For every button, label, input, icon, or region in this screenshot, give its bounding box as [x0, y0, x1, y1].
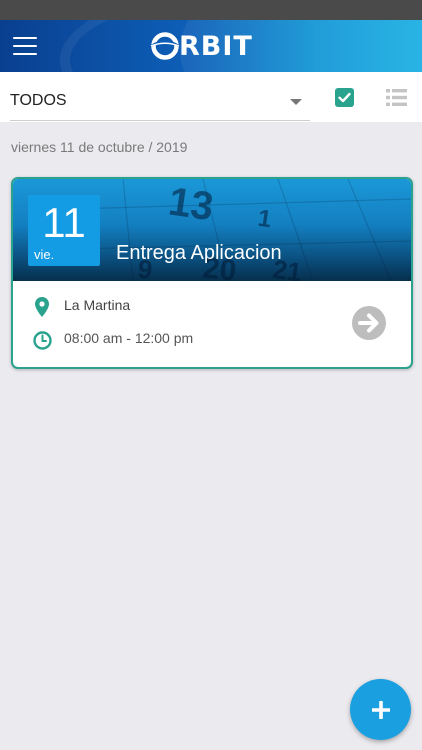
logo-text: RBIT	[179, 30, 253, 62]
event-time: 08:00 am - 12:00 pm	[64, 330, 194, 346]
event-banner: 13 20 21 1 9 11 vie. Entrega Aplicacion	[13, 179, 411, 281]
filter-selected-value: TODOS	[10, 92, 67, 109]
map-pin-icon	[35, 297, 49, 317]
checkbox-checked-icon[interactable]	[335, 88, 354, 107]
date-header: viernes 11 de octubre / 2019	[11, 139, 188, 155]
status-bar	[0, 0, 422, 20]
list-view-icon[interactable]	[386, 89, 407, 106]
event-title: Entrega Aplicacion	[116, 242, 282, 264]
orbit-logo: RBIT	[150, 28, 253, 64]
filter-bar: TODOS	[0, 72, 422, 122]
event-card[interactable]: 13 20 21 1 9 11 vie. Entrega Aplicacion …	[11, 177, 413, 369]
date-tile: 11 vie.	[28, 195, 100, 266]
event-day-abbr: vie.	[34, 247, 55, 262]
hamburger-menu-icon[interactable]	[13, 37, 37, 55]
plus-icon	[371, 700, 390, 719]
add-event-button[interactable]	[350, 679, 411, 740]
event-location: La Martina	[64, 297, 131, 313]
event-day-number: 11	[42, 199, 86, 246]
arrow-right-circle-icon[interactable]	[351, 305, 387, 341]
filter-dropdown[interactable]: TODOS	[10, 82, 310, 121]
svg-text:13: 13	[166, 179, 216, 229]
chevron-down-icon	[290, 99, 302, 105]
orbit-o-icon	[150, 32, 180, 60]
clock-icon	[33, 331, 52, 350]
app-header: RBIT	[0, 20, 422, 72]
svg-text:1: 1	[256, 205, 273, 234]
